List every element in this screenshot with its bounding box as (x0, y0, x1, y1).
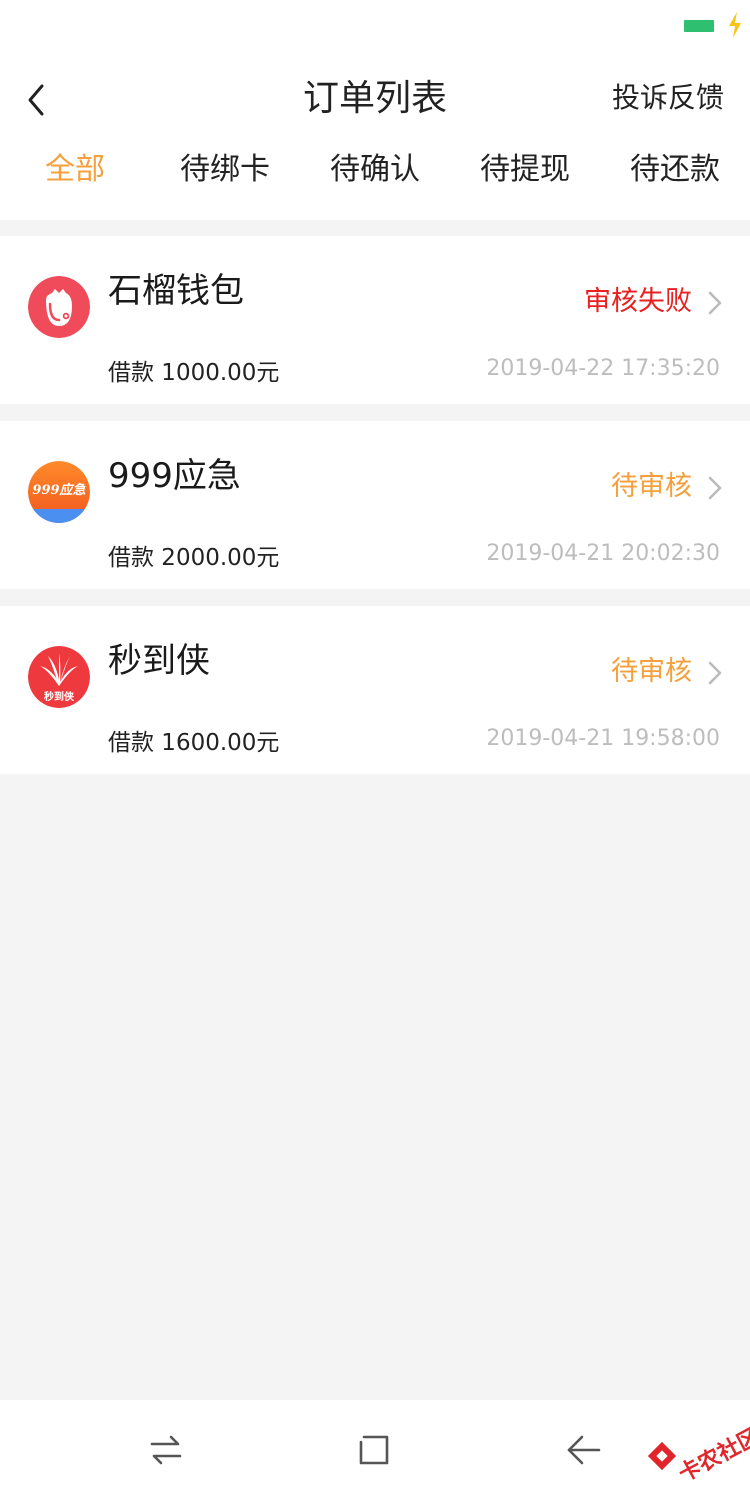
tab-pending-withdrawal[interactable]: 待提现 (450, 142, 600, 198)
miaodaoxia-logo-icon: 秒到侠 (28, 646, 90, 708)
order-time: 2019-04-22 17:35:20 (486, 356, 720, 381)
system-nav-bar (0, 1400, 750, 1500)
order-amount: 借款 1000.00元 (108, 360, 280, 386)
order-list: 石榴钱包 审核失败 借款 1000.00元 2019-04-22 17:35:2… (0, 236, 750, 791)
recent-apps-switch-icon[interactable] (146, 1430, 186, 1470)
charging-icon (729, 12, 741, 38)
tab-pending-card-binding[interactable]: 待绑卡 (150, 142, 300, 198)
order-time: 2019-04-21 19:58:00 (486, 726, 720, 751)
tab-pending-repayment[interactable]: 待还款 (600, 142, 750, 198)
order-amount: 借款 2000.00元 (108, 545, 280, 571)
order-item[interactable]: 秒到侠 秒到侠 待审核 借款 1600.00元 2019-04-21 19:58… (0, 606, 750, 774)
back-arrow-icon[interactable] (564, 1430, 604, 1470)
pomegranate-icon (28, 276, 90, 338)
chevron-right-icon (708, 661, 722, 685)
tab-all[interactable]: 全部 (0, 142, 150, 198)
order-item[interactable]: 石榴钱包 审核失败 借款 1000.00元 2019-04-22 17:35:2… (0, 236, 750, 404)
header: 订单列表 投诉反馈 全部 待绑卡 待确认 待提现 待还款 (0, 56, 750, 220)
logo-text: 999应急 (32, 482, 85, 498)
order-time: 2019-04-21 20:02:30 (486, 541, 720, 566)
order-status: 待审核 (611, 656, 692, 687)
watermark-text: 卡农社区 (674, 1423, 750, 1488)
complaint-feedback-link[interactable]: 投诉反馈 (612, 76, 724, 120)
order-item[interactable]: 999应急 999应急 待审核 借款 2000.00元 2019-04-21 2… (0, 421, 750, 589)
order-name: 石榴钱包 (108, 271, 244, 311)
order-status: 待审核 (611, 471, 692, 502)
home-square-icon[interactable] (354, 1430, 394, 1470)
999-logo-icon: 999应急 (28, 461, 90, 523)
order-amount: 借款 1600.00元 (108, 730, 280, 756)
battery-icon (684, 20, 714, 32)
chevron-right-icon (708, 291, 722, 315)
watermark-logo-icon (648, 1442, 676, 1470)
order-name: 秒到侠 (108, 641, 210, 681)
logo-text: 秒到侠 (44, 690, 75, 703)
order-tabs: 全部 待绑卡 待确认 待提现 待还款 (0, 142, 750, 198)
status-bar (0, 0, 750, 56)
tab-pending-confirmation[interactable]: 待确认 (300, 142, 450, 198)
order-name: 999应急 (108, 456, 241, 496)
order-status: 审核失败 (584, 286, 692, 317)
chevron-right-icon (708, 476, 722, 500)
watermark: 卡农社区 (648, 1406, 750, 1487)
